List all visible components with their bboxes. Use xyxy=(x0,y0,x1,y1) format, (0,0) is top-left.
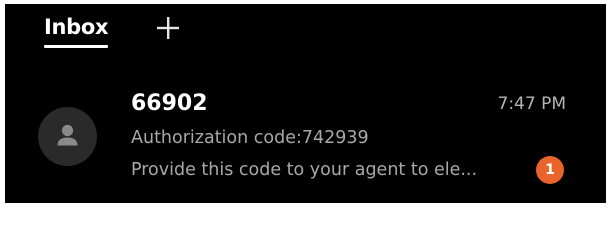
plus-icon xyxy=(157,17,179,39)
tab-bar: Inbox xyxy=(5,4,606,52)
tab-inbox-label: Inbox xyxy=(44,15,109,39)
sender-name: 66902 xyxy=(131,91,208,116)
tab-inbox[interactable]: Inbox xyxy=(44,13,109,48)
message-preview: Provide this code to your agent to ele..… xyxy=(131,160,478,180)
messages-screen: Inbox 66902 7:47 PM Authorization code:7… xyxy=(5,4,606,203)
message-subject: Authorization code:742939 xyxy=(131,128,369,148)
conversation-row[interactable]: 66902 7:47 PM Authorization code:742939 … xyxy=(5,84,606,194)
message-time: 7:47 PM xyxy=(497,94,567,114)
add-tab-button[interactable] xyxy=(155,15,181,41)
person-icon xyxy=(57,124,78,146)
tab-active-indicator xyxy=(44,45,109,48)
unread-badge: 1 xyxy=(536,156,564,184)
avatar xyxy=(38,107,97,166)
